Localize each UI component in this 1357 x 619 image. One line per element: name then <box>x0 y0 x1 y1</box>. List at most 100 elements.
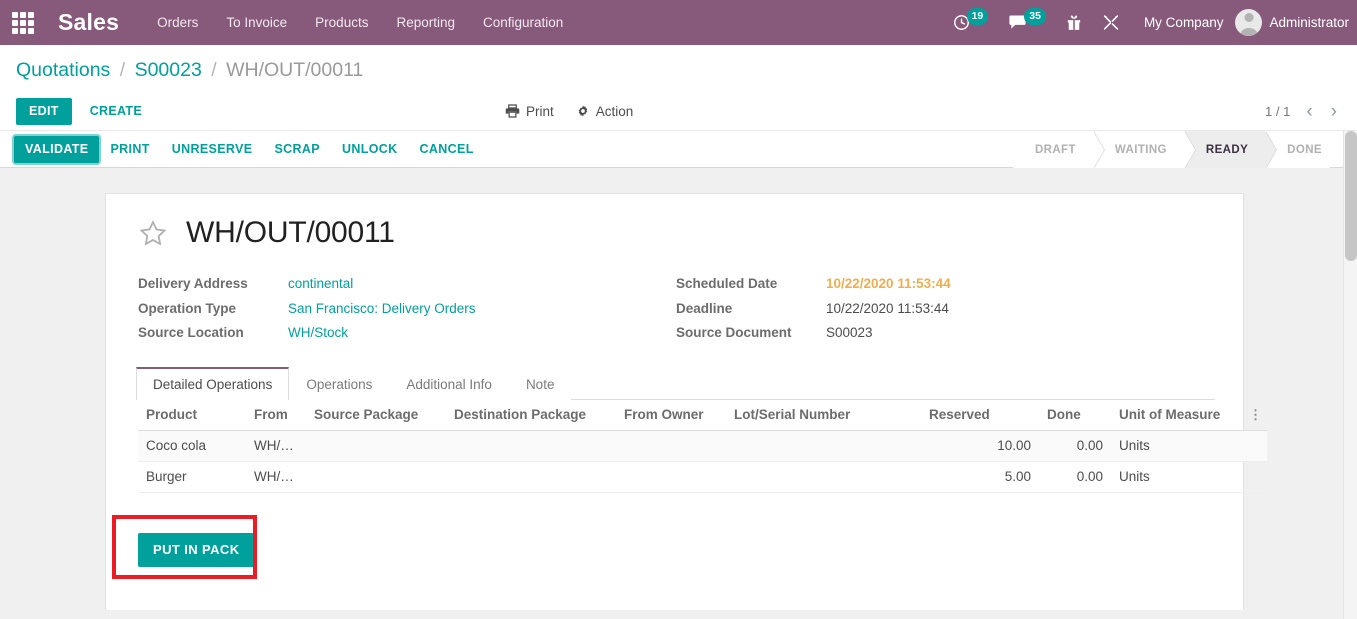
pager: 1 / 1 ‹ › <box>1265 92 1339 130</box>
cell-lot-serial-number[interactable] <box>726 461 921 493</box>
record-title-row: WH/OUT/00011 <box>138 216 1213 250</box>
developer-tools-button[interactable] <box>1092 0 1130 45</box>
gift-icon <box>1067 15 1081 30</box>
stage-draft[interactable]: DRAFT <box>1012 131 1105 169</box>
wrench-tools-icon <box>1103 15 1119 30</box>
tab-note[interactable]: Note <box>508 366 572 400</box>
pager-previous-button[interactable]: ‹ <box>1304 102 1314 121</box>
cell-lot-serial-number[interactable] <box>726 430 921 462</box>
edit-button[interactable]: EDIT <box>16 97 72 125</box>
cell-reserved[interactable]: 5.00 <box>921 461 1039 493</box>
cell-destination-package[interactable] <box>446 430 616 462</box>
field-value[interactable]: WH/Stock <box>288 325 348 341</box>
control-panel: EDIT CREATE Print Action 1 / 1 ‹ › <box>0 92 1357 130</box>
vertical-scrollbar[interactable] <box>1343 131 1357 619</box>
cell-done[interactable]: 0.00 <box>1039 430 1111 462</box>
cell-unit-of-measure[interactable]: Units <box>1111 461 1241 493</box>
company-name: My Company <box>1143 15 1224 30</box>
optional-columns-dropdown[interactable]: ⋮ <box>1241 399 1267 431</box>
pager-next-button[interactable]: › <box>1329 102 1339 121</box>
star-outline-icon[interactable] <box>138 219 168 248</box>
cell-from-owner[interactable] <box>616 461 726 493</box>
record-fields: Delivery Address continental Operation T… <box>138 276 1213 341</box>
apps-grid-icon <box>12 11 34 34</box>
table-row[interactable]: Burger WH/Stock 5.00 0.00 Units <box>138 461 1267 493</box>
validate-button[interactable]: VALIDATE <box>14 135 100 163</box>
cell-destination-package[interactable] <box>446 461 616 493</box>
messaging-counter-badge: 35 <box>1024 7 1046 26</box>
breadcrumb-item-s00023[interactable]: S00023 <box>135 59 202 81</box>
pager-count: 1 / 1 <box>1265 103 1291 119</box>
table-row[interactable]: Coco cola WH/Stock 10.00 0.00 Units <box>138 430 1267 462</box>
column-header-done[interactable]: Done <box>1039 399 1111 431</box>
unlock-button[interactable]: UNLOCK <box>331 136 409 163</box>
field-operation-type: Operation Type San Francisco: Delivery O… <box>138 301 676 317</box>
field-value[interactable]: continental <box>288 276 353 292</box>
user-menu[interactable]: My Company Administrator <box>1130 9 1349 36</box>
tab-additional-info[interactable]: Additional Info <box>389 366 509 400</box>
column-header-product[interactable]: Product <box>138 399 246 431</box>
column-header-from-owner[interactable]: From Owner <box>616 399 726 431</box>
print-button[interactable]: PRINT <box>99 136 160 163</box>
cell-unit-of-measure[interactable]: Units <box>1111 430 1241 462</box>
cell-reserved[interactable]: 10.00 <box>921 430 1039 462</box>
menu-item-reporting[interactable]: Reporting <box>382 0 469 45</box>
notebook-tabs: Detailed Operations Operations Additiona… <box>136 366 1215 400</box>
cell-row-options <box>1241 430 1267 462</box>
menu-item-orders[interactable]: Orders <box>143 0 212 45</box>
menu-item-products[interactable]: Products <box>301 0 382 45</box>
breadcrumb-item-quotations[interactable]: Quotations <box>16 59 110 81</box>
systray: 19 35 My Company Administrator <box>943 0 1357 45</box>
column-header-unit-of-measure[interactable]: Unit of Measure <box>1111 399 1241 431</box>
column-header-from[interactable]: From <box>246 399 306 431</box>
app-brand-sales[interactable]: Sales <box>46 9 125 36</box>
put-in-pack-button[interactable]: PUT IN PACK <box>138 532 255 567</box>
field-source-document: Source Document S00023 <box>676 325 951 341</box>
breadcrumb: Quotations / S00023 / WH/OUT/00011 <box>0 45 1357 92</box>
create-button[interactable]: CREATE <box>78 98 154 125</box>
cell-from[interactable]: WH/Stock <box>246 461 306 493</box>
cell-from[interactable]: WH/Stock <box>246 430 306 462</box>
field-value[interactable]: San Francisco: Delivery Orders <box>288 301 476 317</box>
top-navbar: Sales Orders To Invoice Products Reporti… <box>0 0 1357 45</box>
status-bar: VALIDATE PRINT UNRESERVE SCRAP UNLOCK CA… <box>0 130 1357 169</box>
column-header-destination-package[interactable]: Destination Package <box>446 399 616 431</box>
cancel-button[interactable]: CANCEL <box>409 136 485 163</box>
vertical-scroll-thumb[interactable] <box>1345 131 1357 261</box>
stage-ready[interactable]: READY <box>1183 131 1278 169</box>
field-label: Scheduled Date <box>676 276 778 291</box>
cell-product[interactable]: Burger <box>138 461 246 493</box>
menu-item-configuration[interactable]: Configuration <box>469 0 577 45</box>
user-name: Administrator <box>1269 15 1349 30</box>
activity-menu-button[interactable]: 19 <box>943 0 999 45</box>
table-header-row: Product From Source Package Destination … <box>138 399 1267 431</box>
cell-done[interactable]: 0.00 <box>1039 461 1111 493</box>
cell-source-package[interactable] <box>306 430 446 462</box>
column-header-source-package[interactable]: Source Package <box>306 399 446 431</box>
column-header-reserved[interactable]: Reserved <box>921 399 1039 431</box>
breadcrumb-item-current: WH/OUT/00011 <box>226 59 364 81</box>
field-value: S00023 <box>826 325 873 341</box>
stage-waiting[interactable]: WAITING <box>1092 131 1196 169</box>
cell-product[interactable]: Coco cola <box>138 430 246 462</box>
menu-item-to-invoice[interactable]: To Invoice <box>212 0 301 45</box>
breadcrumb-separator: / <box>211 59 217 81</box>
cell-from-owner[interactable] <box>616 430 726 462</box>
print-menu-button[interactable]: Print <box>505 104 554 119</box>
cell-row-options <box>1241 461 1267 493</box>
action-menu-button[interactable]: Action <box>576 103 634 119</box>
unreserve-button[interactable]: UNRESERVE <box>161 136 264 163</box>
tab-detailed-operations[interactable]: Detailed Operations <box>136 366 290 400</box>
action-label: Action <box>595 103 634 119</box>
scrap-button[interactable]: SCRAP <box>263 136 331 163</box>
gift-menu-button[interactable] <box>1056 0 1092 45</box>
avatar <box>1235 9 1263 36</box>
messaging-menu-button[interactable]: 35 <box>998 0 1056 45</box>
column-header-lot-serial-number[interactable]: Lot/Serial Number <box>726 399 921 431</box>
tab-operations[interactable]: Operations <box>289 366 390 400</box>
apps-menu-toggle[interactable] <box>0 0 46 45</box>
printer-icon <box>505 104 520 118</box>
field-label: Source Location <box>138 325 244 341</box>
gear-icon <box>578 105 588 117</box>
cell-source-package[interactable] <box>306 461 446 493</box>
